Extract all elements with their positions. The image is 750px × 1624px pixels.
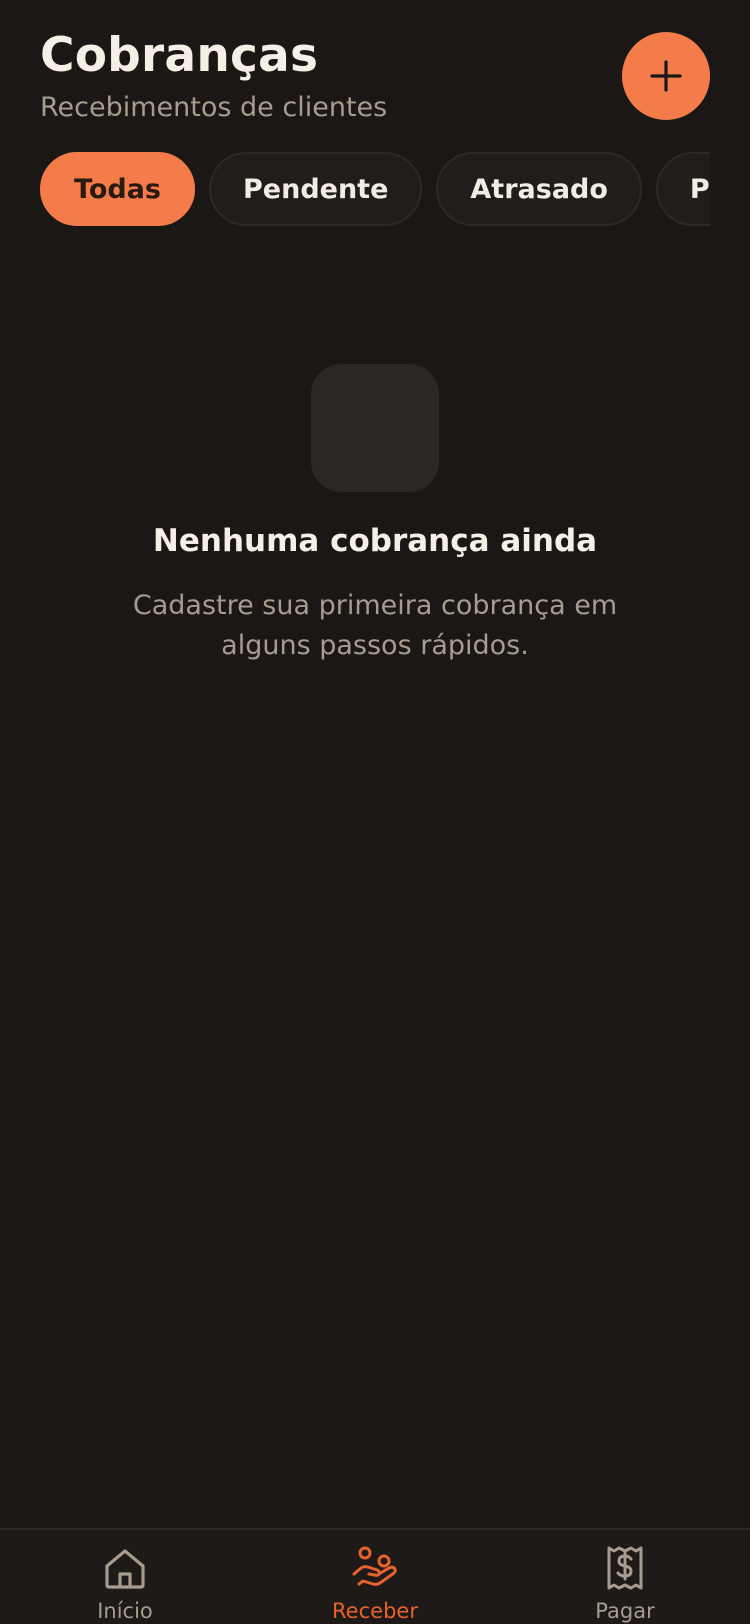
home-icon <box>105 1549 145 1589</box>
page-title: Cobranças <box>40 28 319 83</box>
filter-chip-pago[interactable]: Pago <box>655 152 710 226</box>
receipt-icon <box>607 1546 643 1590</box>
filter-chips: TodasPendenteAtrasadoPago <box>40 152 710 228</box>
tab-inicio-label: Início <box>97 1599 153 1623</box>
tab-pagar[interactable]: Pagar <box>500 1530 750 1624</box>
filter-chip-pendente[interactable]: Pendente <box>209 152 423 226</box>
receive-money-icon <box>352 1546 397 1586</box>
tab-pagar-label: Pagar <box>595 1599 655 1623</box>
tab-receber-label: Receber <box>332 1599 418 1623</box>
header: Cobranças Recebimentos de clientes <box>40 28 710 128</box>
tab-inicio[interactable]: Início <box>0 1530 250 1624</box>
empty-state-description: Cadastre sua primeira cobrança em alguns… <box>132 590 618 661</box>
bottom-tab-bar: Início Receber Pagar <box>0 1528 750 1624</box>
empty-state-title: Nenhuma cobrança ainda <box>152 523 598 559</box>
tab-receber[interactable]: Receber <box>250 1530 500 1624</box>
empty-state-icon <box>311 364 439 492</box>
add-charge-button[interactable] <box>622 32 710 120</box>
plus-icon <box>650 60 682 92</box>
empty-state: Nenhuma cobrança ainda Cadastre sua prim… <box>0 364 750 666</box>
filter-chip-todas[interactable]: Todas <box>40 152 195 226</box>
filter-chip-atrasado[interactable]: Atrasado <box>436 152 642 226</box>
charges-screen: Cobranças Recebimentos de clientes Todas… <box>0 0 750 1624</box>
page-subtitle: Recebimentos de clientes <box>40 92 388 123</box>
